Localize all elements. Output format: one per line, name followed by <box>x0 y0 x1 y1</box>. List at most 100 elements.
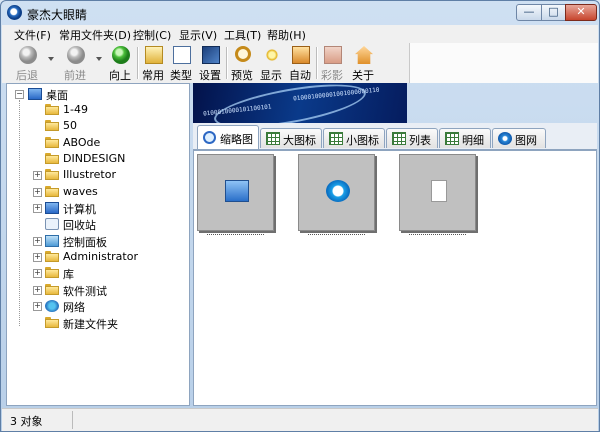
tab-web[interactable]: 图网 <box>492 128 546 148</box>
tab-list[interactable]: 列表 <box>386 128 438 148</box>
menu-control[interactable]: 控制(C) <box>133 27 171 43</box>
monitor-icon <box>225 180 249 202</box>
tab-label: 大图标 <box>283 134 316 147</box>
expand-icon[interactable]: + <box>33 188 42 197</box>
tree-item-administrator[interactable]: + Administrator <box>31 249 181 265</box>
web-view-icon <box>498 132 512 145</box>
tree-item[interactable]: ABOde <box>31 135 181 151</box>
expand-icon[interactable]: + <box>33 286 42 295</box>
tree-item[interactable]: + Illustretor <box>31 167 181 183</box>
folder-tree[interactable]: − 桌面 1-49 50 ABOde DINDESIGN + Illustret… <box>6 83 190 406</box>
menu-view[interactable]: 显示(V) <box>179 27 217 43</box>
folder-icon <box>45 284 59 295</box>
tree-item[interactable]: + waves <box>31 184 181 200</box>
expand-icon[interactable]: + <box>33 302 42 311</box>
tab-large-icons[interactable]: 大图标 <box>260 128 322 148</box>
folder-icon <box>45 153 59 164</box>
settings-button[interactable]: 设置 <box>195 45 225 82</box>
collapse-icon[interactable]: − <box>15 90 24 99</box>
tab-thumbnail[interactable]: 缩略图 <box>197 125 259 149</box>
thumbnail[interactable] <box>399 154 476 231</box>
title-bar[interactable]: 豪杰大眼睛 — □ ✕ <box>1 1 599 25</box>
thumbnail[interactable] <box>298 154 375 231</box>
small-icons-view-icon <box>329 132 343 145</box>
tree-label: Administrator <box>63 250 138 263</box>
folder-icon <box>45 104 59 115</box>
tree-item-network[interactable]: + 网络 <box>31 298 181 314</box>
tree-label: DINDESIGN <box>63 152 126 165</box>
tree-item[interactable]: 50 <box>31 118 181 134</box>
tab-details[interactable]: 明细 <box>439 128 491 148</box>
tab-label: 明细 <box>462 134 484 147</box>
up-arrow-icon <box>112 46 130 64</box>
menu-file[interactable]: 文件(F) <box>14 27 51 43</box>
display-sparkle-icon <box>263 46 281 64</box>
menu-tools[interactable]: 工具(T) <box>224 27 261 43</box>
expand-icon[interactable]: + <box>33 253 42 262</box>
computer-icon <box>45 202 59 214</box>
close-button[interactable]: ✕ <box>565 4 597 21</box>
app-window: 豪杰大眼睛 — □ ✕ 文件(F) 常用文件夹(D) 控制(C) 显示(V) 工… <box>0 0 600 432</box>
folder-icon <box>45 186 59 197</box>
magnifier-icon <box>235 46 251 62</box>
back-button[interactable]: 后退 <box>12 45 42 82</box>
house-icon <box>355 46 373 64</box>
folder-icon <box>45 137 59 148</box>
expand-icon[interactable]: + <box>33 269 42 278</box>
folder-star-icon <box>145 46 163 64</box>
thumbnail-caption <box>197 230 274 238</box>
tree-item[interactable]: 1-49 <box>31 102 181 118</box>
menu-help[interactable]: 帮助(H) <box>267 27 306 43</box>
about-button[interactable]: 关于 <box>348 45 378 82</box>
forward-button[interactable]: 前进 <box>60 45 90 82</box>
tree-label: 库 <box>63 268 74 281</box>
up-button[interactable]: 向上 <box>105 45 135 82</box>
expand-icon[interactable]: + <box>33 237 42 246</box>
status-bar: 3 对象 <box>2 408 598 431</box>
maximize-button[interactable]: □ <box>541 4 566 21</box>
details-view-icon <box>445 132 459 145</box>
tree-item-libraries[interactable]: + 库 <box>31 265 181 281</box>
view-tabs: 缩略图 大图标 小图标 列表 明细 图网 <box>193 123 597 150</box>
minimize-button[interactable]: — <box>516 4 542 21</box>
forward-dropdown-icon[interactable] <box>96 57 102 61</box>
tree-label: 控制面板 <box>63 236 107 249</box>
tree-item-control-panel[interactable]: + 控制面板 <box>31 233 181 249</box>
tree-item-computer[interactable]: + 计算机 <box>31 200 181 216</box>
recycle-bin-icon <box>45 218 59 230</box>
folder-icon <box>45 120 59 131</box>
color-button[interactable]: 彩影 <box>317 45 347 82</box>
eye-app-icon <box>7 5 22 20</box>
list-view-icon <box>392 132 406 145</box>
qq-cloud-icon <box>326 180 350 202</box>
tab-label: 图网 <box>515 134 537 147</box>
settings-tool-icon <box>202 46 220 64</box>
menu-common-folders[interactable]: 常用文件夹(D) <box>59 27 131 43</box>
menu-bar: 文件(F) 常用文件夹(D) 控制(C) 显示(V) 工具(T) 帮助(H) <box>2 25 598 44</box>
tab-label: 缩略图 <box>220 133 253 146</box>
thumbnail-pane[interactable] <box>193 150 597 406</box>
thumbnail[interactable] <box>197 154 274 231</box>
tree-label: ABOde <box>63 136 101 149</box>
tab-label: 列表 <box>409 134 431 147</box>
tree-label: 计算机 <box>63 203 96 216</box>
tree-label: 网络 <box>63 301 85 314</box>
tree-item[interactable]: + 软件测试 <box>31 282 181 298</box>
auto-play-icon <box>292 46 310 64</box>
back-dropdown-icon[interactable] <box>48 57 54 61</box>
expand-icon[interactable]: + <box>33 171 42 180</box>
address-area <box>409 43 598 83</box>
network-icon <box>45 300 59 312</box>
tree-label: 回收站 <box>63 219 96 232</box>
tree-item[interactable]: DINDESIGN <box>31 151 181 167</box>
tab-small-icons[interactable]: 小图标 <box>323 128 385 148</box>
auto-button[interactable]: 自动 <box>285 45 315 82</box>
tree-item-desktop[interactable]: − 桌面 <box>13 86 183 102</box>
back-label: 后退 <box>16 69 38 82</box>
tree-item[interactable]: 新建文件夹 <box>31 315 181 331</box>
expand-icon[interactable]: + <box>33 204 42 213</box>
forward-arrow-icon <box>67 46 85 64</box>
thumbnail-caption <box>399 230 476 238</box>
tree-item-recycle-bin[interactable]: 回收站 <box>31 216 181 232</box>
tree-label: 新建文件夹 <box>63 318 118 331</box>
